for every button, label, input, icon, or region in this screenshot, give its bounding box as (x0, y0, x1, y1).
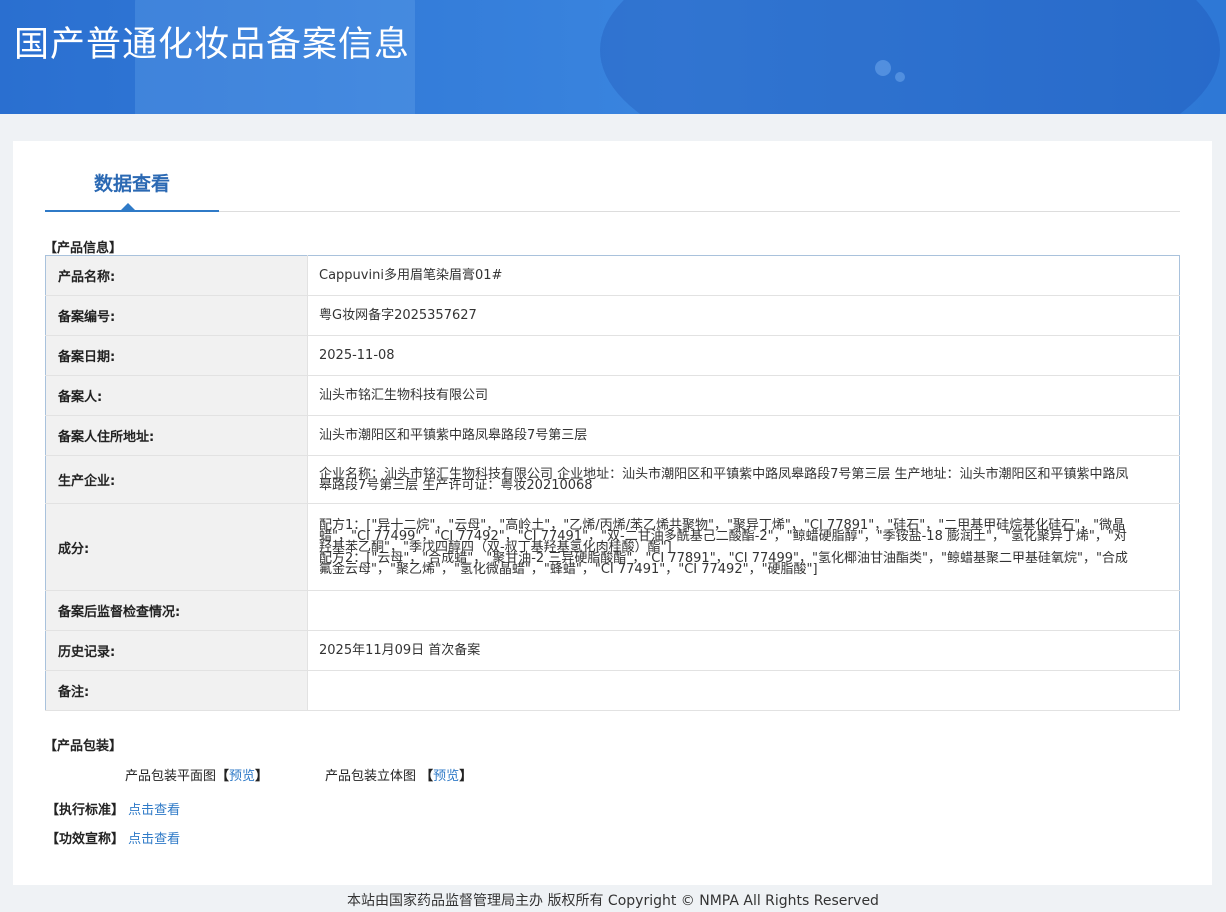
standard-view-link[interactable]: 点击查看 (128, 803, 180, 818)
row-value-history: 2025年11月09日 首次备案 (307, 630, 1180, 671)
standard-row: 【执行标准】 点击查看 (46, 799, 180, 818)
ingredients-formula-1: 配方1：["异十二烷"，"云母"，"高岭土"，"乙烯/丙烯/苯乙烯共聚物"，"聚… (319, 517, 1127, 555)
row-value-remarks (307, 670, 1180, 711)
row-value-record-date: 2025-11-08 (307, 335, 1180, 376)
table-row: 备注: (45, 670, 1180, 711)
bracket: 】 (255, 769, 269, 784)
tab-label: 数据查看 (93, 173, 170, 195)
packaging-solid-label: 产品包装立体图 (325, 769, 417, 784)
row-value-product-name: Cappuvini多用眉笔染眉膏01# (307, 255, 1180, 296)
standard-label: 【执行标准】 (46, 803, 125, 818)
row-value-registrant-address: 汕头市潮阳区和平镇紫中路凤皋路段7号第三层 (307, 415, 1180, 456)
table-row: 产品名称: Cappuvini多用眉笔染眉膏01# (45, 255, 1180, 296)
packaging-flat-image: 产品包装平面图【预览】 (125, 765, 268, 784)
row-label-registrant-address: 备案人住所地址: (45, 415, 308, 456)
tab-caret-icon (121, 203, 135, 210)
table-row: 生产企业: 企业名称：汕头市铭汇生物科技有限公司 企业地址：汕头市潮阳区和平镇紫… (45, 455, 1180, 504)
section-title-product-info: 【产品信息】 (44, 241, 123, 256)
row-value-inspection (307, 590, 1180, 631)
table-row: 备案人住所地址: 汕头市潮阳区和平镇紫中路凤皋路段7号第三层 (45, 415, 1180, 456)
bracket: 【 (216, 769, 230, 784)
row-label-record-date: 备案日期: (45, 335, 308, 376)
tab-data-view[interactable]: 数据查看 (45, 141, 219, 212)
main-panel: 数据查看 【产品信息】 产品名称: Cappuvini多用眉笔染眉膏01# 备案… (13, 141, 1212, 885)
footer-copyright: 本站由国家药品监督管理局主办 版权所有 Copyright © NMPA All… (347, 893, 879, 909)
row-label-registrant: 备案人: (45, 375, 308, 416)
bracket: 【 (420, 769, 434, 784)
table-row: 备案编号: 粤G妆网备字2025357627 (45, 295, 1180, 336)
header-decoration (600, 0, 1220, 114)
preview-flat-link[interactable]: 预览 (229, 769, 255, 784)
product-info-table: 产品名称: Cappuvini多用眉笔染眉膏01# 备案编号: 粤G妆网备字20… (45, 255, 1180, 711)
preview-solid-link[interactable]: 预览 (433, 769, 459, 784)
table-row: 成分: 配方1：["异十二烷"，"云母"，"高岭土"，"乙烯/丙烯/苯乙烯共聚物… (45, 503, 1180, 591)
packaging-flat-label: 产品包装平面图 (125, 769, 217, 784)
row-value-ingredients: 配方1：["异十二烷"，"云母"，"高岭土"，"乙烯/丙烯/苯乙烯共聚物"，"聚… (307, 503, 1180, 591)
table-row: 备案日期: 2025-11-08 (45, 335, 1180, 376)
packaging-solid-image: 产品包装立体图 【预览】 (325, 765, 472, 784)
row-label-inspection: 备案后监督检查情况: (45, 590, 308, 631)
tab-bar: 数据查看 (45, 141, 1180, 212)
section-title-packaging: 【产品包装】 (44, 739, 123, 754)
table-row: 备案人: 汕头市铭汇生物科技有限公司 (45, 375, 1180, 416)
row-label-ingredients: 成分: (45, 503, 308, 591)
efficacy-view-link[interactable]: 点击查看 (128, 832, 180, 847)
bracket: 】 (459, 769, 473, 784)
efficacy-label: 【功效宣称】 (46, 832, 125, 847)
table-row: 历史记录: 2025年11月09日 首次备案 (45, 630, 1180, 671)
row-value-record-number: 粤G妆网备字2025357627 (307, 295, 1180, 336)
row-label-manufacturer: 生产企业: (45, 455, 308, 504)
table-row: 备案后监督检查情况: (45, 590, 1180, 631)
row-value-registrant: 汕头市铭汇生物科技有限公司 (307, 375, 1180, 416)
row-label-remarks: 备注: (45, 670, 308, 711)
page-header: 国产普通化妆品备案信息 (0, 0, 1226, 114)
ingredients-formula-2: 配方2：["云母"，"合成蜡"，"聚甘油-2 三异硬脂酸酯"，"CI 77891… (319, 550, 1128, 577)
row-label-product-name: 产品名称: (45, 255, 308, 296)
row-value-manufacturer: 企业名称：汕头市铭汇生物科技有限公司 企业地址：汕头市潮阳区和平镇紫中路凤皋路段… (307, 455, 1180, 504)
row-label-record-number: 备案编号: (45, 295, 308, 336)
header-decoration (895, 72, 905, 82)
row-label-history: 历史记录: (45, 630, 308, 671)
efficacy-row: 【功效宣称】 点击查看 (46, 828, 180, 847)
page-title: 国产普通化妆品备案信息 (14, 25, 411, 65)
header-decoration (875, 60, 891, 76)
